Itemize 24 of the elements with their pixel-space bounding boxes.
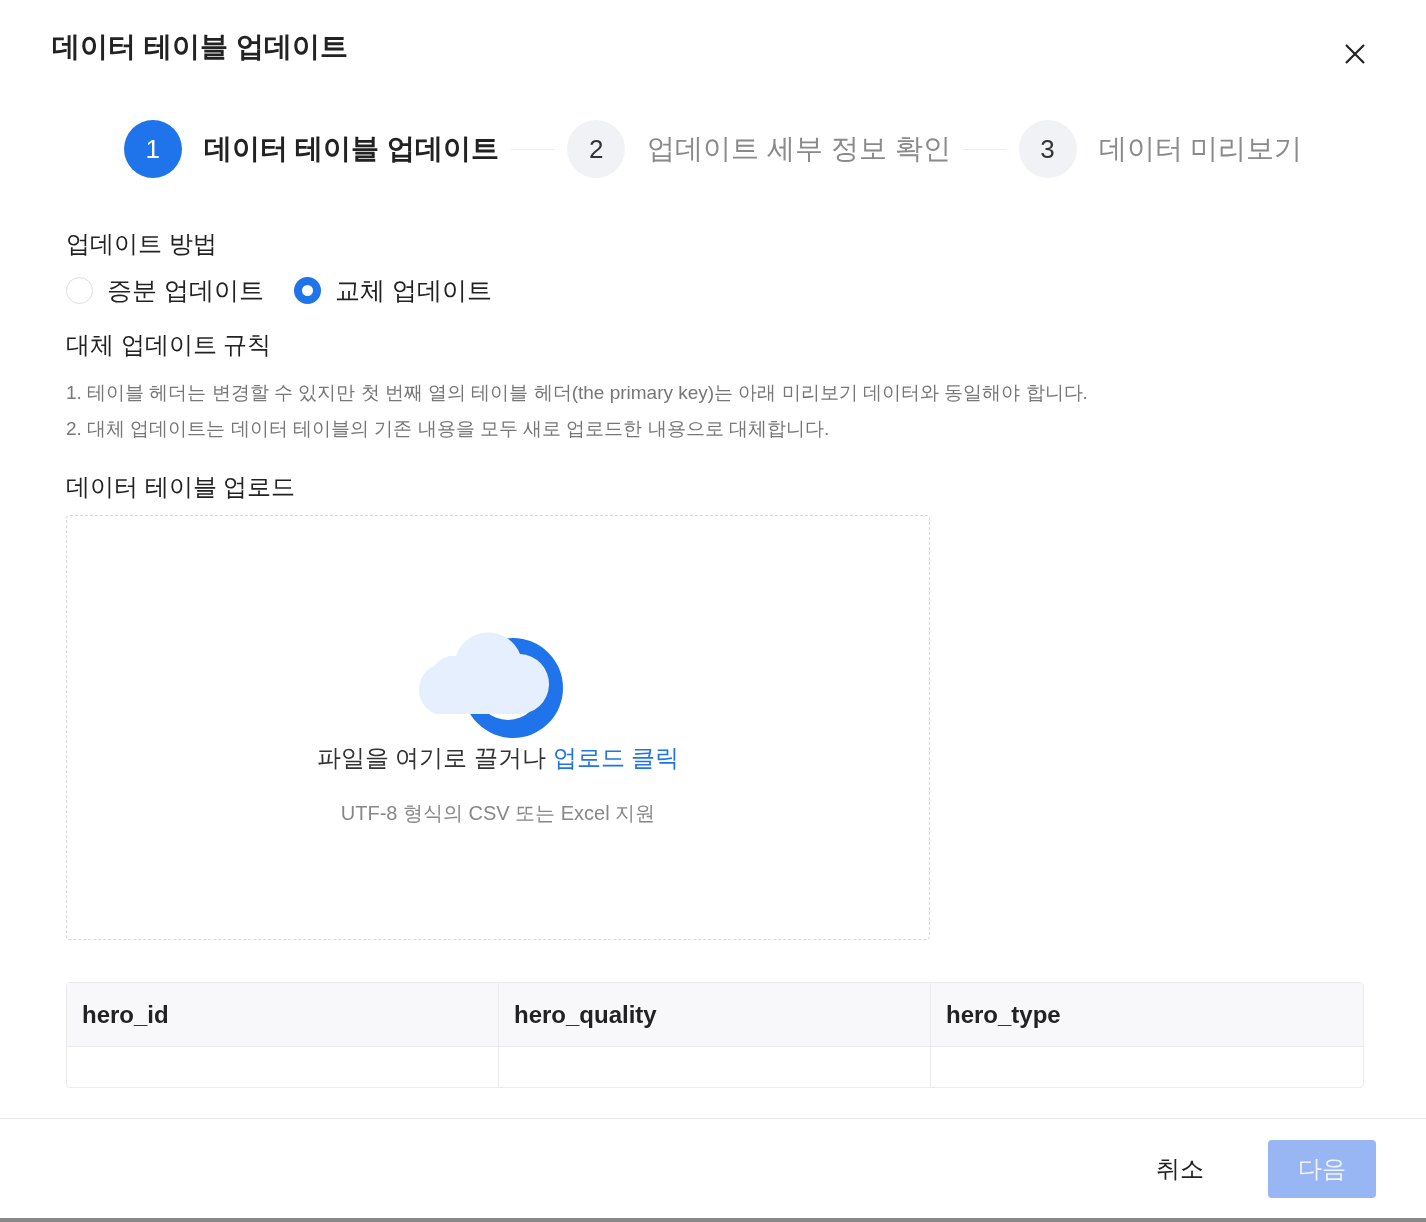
radio-label[interactable]: 교체 업데이트 <box>334 274 492 307</box>
column-header: hero_type <box>946 1000 1061 1029</box>
step-number: 1 <box>123 120 182 178</box>
radio-label[interactable]: 증분 업데이트 <box>107 274 264 307</box>
column-header: hero_quality <box>514 1000 657 1029</box>
rule-text: 1. 테이블 헤더는 변경할 수 있지만 첫 번째 열의 테이블 헤더(the primary key)는 아래 미리보기 데이터와 동일해야 합니다. <box>66 381 1089 405</box>
section-label: 대체 업데이트 규칙 <box>66 330 273 360</box>
radio-button[interactable] <box>293 277 321 304</box>
step-label: 데이터 미리보기 <box>1098 132 1303 166</box>
close-button[interactable] <box>1344 43 1366 65</box>
upload-dropzone[interactable]: 파일을 여기로 끌거나 업로드 클릭 UTF-8 형식의 CSV 또는 Excel 지원 <box>66 515 930 940</box>
step-number: 3 <box>1018 120 1077 178</box>
upload-link[interactable]: 업로드 클릭 <box>552 744 680 771</box>
step-number: 2 <box>567 120 626 178</box>
dialog-title: 데이터 테이블 업데이트 <box>52 30 348 64</box>
column-header: hero_id <box>82 1000 169 1029</box>
close-icon <box>1344 43 1366 65</box>
upload-hint: UTF-8 형식의 CSV 또는 Excel 지원 <box>340 801 656 826</box>
step-label: 업데이트 세부 정보 확인 <box>647 132 951 166</box>
upload-prompt: 파일을 여기로 끌거나 업로드 클릭 <box>316 743 680 773</box>
rule-text: 2. 대체 업데이트는 데이터 테이블의 기존 내용을 모두 새로 업로드한 내용으로 대체합니다. <box>66 417 831 441</box>
step-label: 데이터 테이블 업데이트 <box>203 132 500 166</box>
section-label: 데이터 테이블 업로드 <box>66 472 297 502</box>
section-label: 업데이트 방법 <box>66 229 218 259</box>
